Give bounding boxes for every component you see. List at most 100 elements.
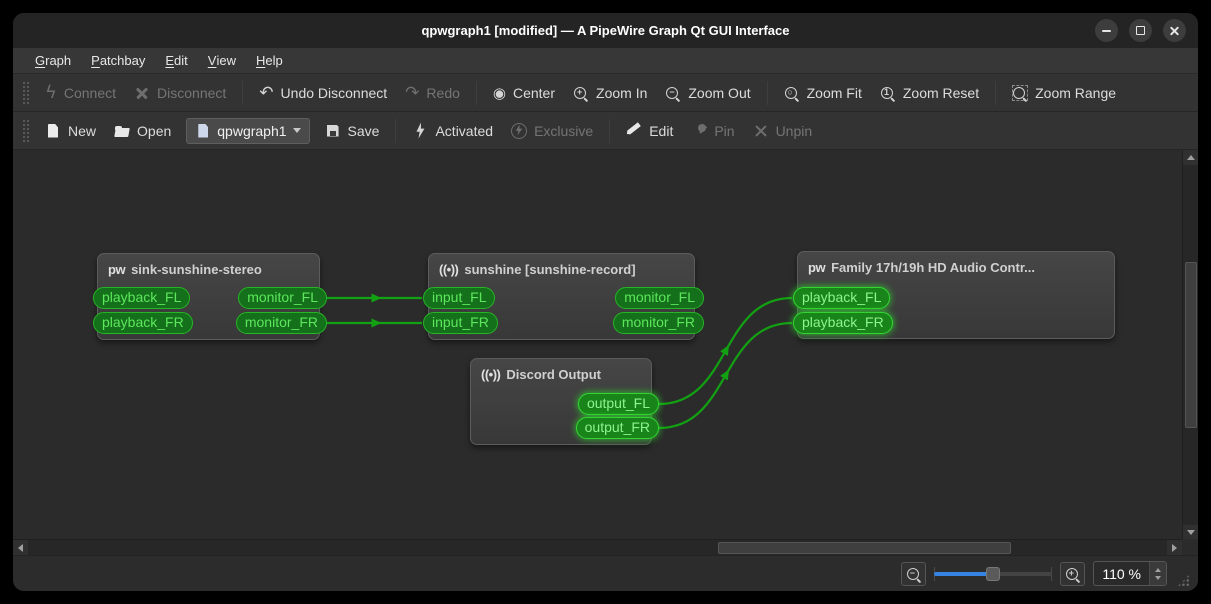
toolbar-button-undo-disconnect[interactable]: ↶ Undo Disconnect <box>250 80 396 106</box>
toolbar-button-zoom-reset[interactable]: 1 Zoom Reset <box>871 80 988 106</box>
unpin-icon <box>753 123 769 139</box>
toolbar-button-label: Unpin <box>775 122 813 139</box>
toolbar-button-label: New <box>68 122 97 139</box>
zoom-in-button[interactable]: + <box>1060 561 1086 586</box>
toolbar-button-disconnect[interactable]: Disconnect <box>125 80 235 106</box>
zoom-range-icon <box>1012 84 1029 101</box>
toolbar-button-label: Connect <box>63 84 117 101</box>
toolbar-button-center[interactable]: ◉ Center <box>484 80 564 106</box>
redo-icon: ↷ <box>405 82 420 103</box>
lightning-icon <box>412 123 428 139</box>
toolbar-button-label: Zoom Range <box>1035 84 1117 101</box>
minimize-button[interactable] <box>1095 19 1118 42</box>
zoom-slider[interactable] <box>934 564 1053 584</box>
zoom-slider-handle[interactable] <box>986 566 1001 581</box>
toolbar-button-open[interactable]: Open <box>105 118 180 144</box>
toolbar-button-label: Disconnect <box>157 84 227 101</box>
toolbar-button-unpin[interactable]: Unpin <box>744 118 822 144</box>
window-title: qpwgraph1 [modified] — A PipeWire Graph … <box>421 23 790 38</box>
broadcast-icon: ((•)) <box>439 262 459 277</box>
toolbar-button-activated[interactable]: Activated <box>403 118 502 144</box>
spin-up-button[interactable] <box>1155 567 1161 572</box>
node-header: pw sink-sunshine-stereo <box>98 254 319 285</box>
port-discord-output-output-fr[interactable]: output_FR <box>575 417 659 439</box>
port-sink-sunshine-stereo-monitor-fl[interactable]: monitor_FL <box>238 287 327 309</box>
horizontal-scrollbar-thumb[interactable] <box>718 542 1011 554</box>
connection-arrow-icon <box>720 344 729 356</box>
menu-help[interactable]: Help <box>246 48 293 73</box>
vertical-scrollbar[interactable] <box>1182 150 1198 540</box>
toolbar-button-new[interactable]: New <box>36 118 105 144</box>
connections-layer <box>327 293 793 430</box>
chevron-down-icon <box>292 128 301 133</box>
menu-patchbay[interactable]: Patchbay <box>81 48 155 73</box>
scroll-left-button[interactable] <box>13 540 28 555</box>
titlebar[interactable]: qpwgraph1 [modified] — A PipeWire Graph … <box>13 13 1198 48</box>
port-sunshine-input-fl[interactable]: input_FL <box>423 287 496 309</box>
toolbar-button-zoom-in[interactable]: + Zoom In <box>564 80 656 106</box>
folder-open-icon <box>114 123 130 139</box>
toolbar-button-zoom-fit[interactable]: ○ Zoom Fit <box>775 80 871 106</box>
toolbar-button-label: Center <box>512 84 556 101</box>
spin-down-button[interactable] <box>1155 575 1161 580</box>
toolbar-button-label: Zoom In <box>596 84 648 101</box>
scrollbar-corner <box>1182 539 1198 555</box>
maximize-button[interactable] <box>1129 19 1152 42</box>
save-icon <box>325 123 341 139</box>
resize-grip[interactable] <box>1177 574 1190 587</box>
toolbar-button-label: Zoom Out <box>688 84 751 101</box>
node-header: ((•)) Discord Output <box>471 359 651 390</box>
port-sunshine-monitor-fl[interactable]: monitor_FL <box>615 287 704 309</box>
zoom-spinbox-steppers <box>1149 562 1166 585</box>
port-family-hd-audio-playback-fl[interactable]: playback_FL <box>793 287 891 309</box>
close-button[interactable] <box>1163 19 1186 42</box>
center-icon: ◉ <box>492 83 506 102</box>
toolbar-button-label: Pin <box>714 122 735 139</box>
zoom-slider-fill <box>934 571 993 576</box>
pipewire-icon: pw <box>808 260 826 275</box>
toolbar-button-edit[interactable]: Edit <box>617 118 682 144</box>
port-sink-sunshine-stereo-playback-fr[interactable]: playback_FR <box>93 312 193 334</box>
connection-arrow-icon <box>720 369 730 381</box>
scroll-right-button[interactable] <box>1167 540 1182 555</box>
toolbar-button-save[interactable]: Save <box>316 118 389 144</box>
vertical-scrollbar-thumb[interactable] <box>1185 262 1197 428</box>
connect-icon: ϟ <box>45 81 57 103</box>
toolbar-button-redo[interactable]: ↷ Redo <box>396 80 469 106</box>
zoom-spinbox[interactable]: 110 % <box>1093 561 1167 586</box>
toolbar-button-label: Undo Disconnect <box>280 84 388 101</box>
toolbar-drag-handle[interactable] <box>22 80 29 105</box>
scroll-down-button[interactable] <box>1183 525 1198 540</box>
zoom-out-button[interactable]: − <box>901 561 927 586</box>
horizontal-scrollbar[interactable] <box>13 539 1182 555</box>
graph-viewport[interactable]: pw sink-sunshine-stereo ((•)) sunshine [sun… <box>13 150 1182 540</box>
port-sunshine-monitor-fr[interactable]: monitor_FR <box>612 312 704 334</box>
menu-edit[interactable]: Edit <box>155 48 197 73</box>
menu-view[interactable]: View <box>198 48 246 73</box>
port-discord-output-output-fl[interactable]: output_FL <box>577 393 659 415</box>
toolbar-button-zoom-range[interactable]: Zoom Range <box>1003 80 1125 106</box>
scroll-up-button[interactable] <box>1183 150 1198 165</box>
toolbar-button-label: Zoom Reset <box>902 84 980 101</box>
zoom-out-icon: − <box>906 566 922 582</box>
file-current-icon <box>195 123 211 139</box>
pipewire-icon: pw <box>108 262 126 277</box>
lightning-circle-icon <box>511 122 528 139</box>
toolbar-separator <box>242 80 244 105</box>
port-family-hd-audio-playback-fr[interactable]: playback_FR <box>793 312 893 334</box>
patchbay-selector-combo[interactable]: qpwgraph1 <box>186 117 310 144</box>
port-sink-sunshine-stereo-playback-fl[interactable]: playback_FL <box>93 287 191 309</box>
pencil-icon <box>626 123 642 139</box>
port-sink-sunshine-stereo-monitor-fr[interactable]: monitor_FR <box>235 312 327 334</box>
toolbar-drag-handle[interactable] <box>22 118 29 143</box>
toolbar-button-label: qpwgraph1 <box>217 122 287 139</box>
toolbar-button-exclusive[interactable]: Exclusive <box>502 118 602 144</box>
toolbar-button-label: Exclusive <box>534 122 594 139</box>
toolbar-button-pin[interactable]: Pin <box>682 118 743 144</box>
node-title: Family 17h/19h HD Audio Contr... <box>831 260 1035 275</box>
toolbar-button-zoom-out[interactable]: − Zoom Out <box>656 80 759 106</box>
toolbar-button-connect[interactable]: ϟ Connect <box>36 80 125 106</box>
menu-graph[interactable]: Graph <box>25 48 81 73</box>
port-sunshine-input-fr[interactable]: input_FR <box>423 312 498 334</box>
node-title: Discord Output <box>506 367 601 382</box>
